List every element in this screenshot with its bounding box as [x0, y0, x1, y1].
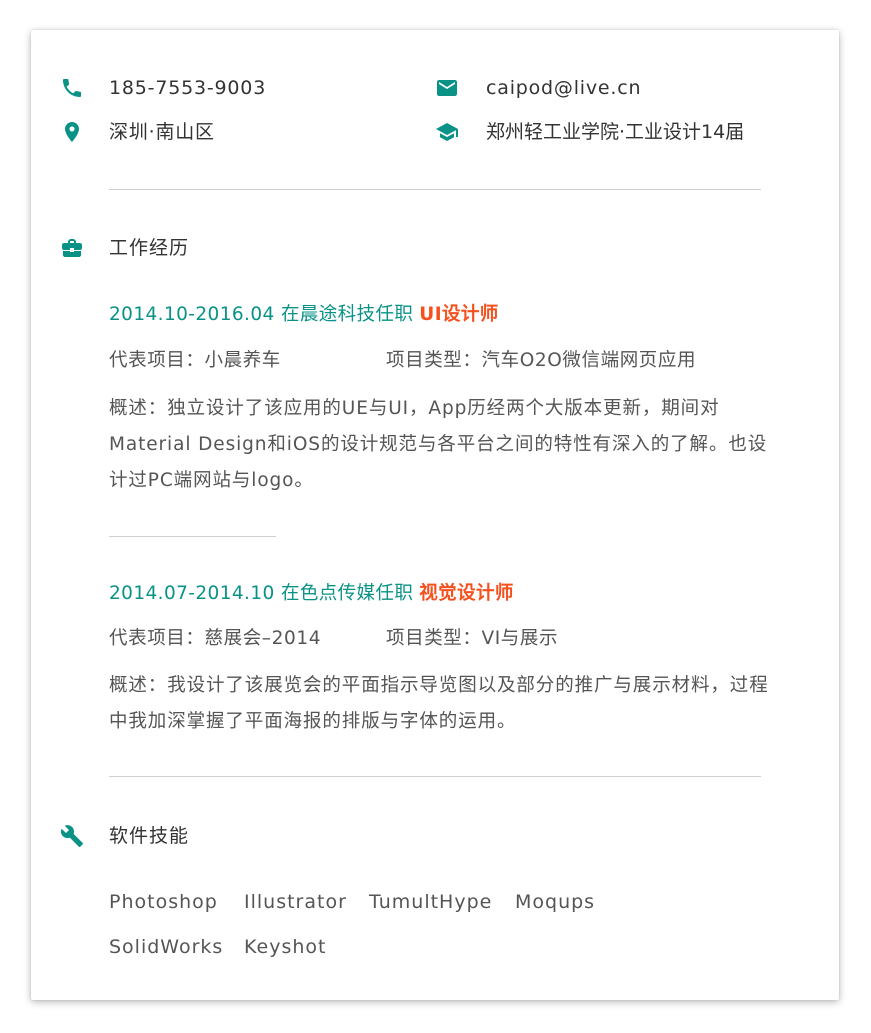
resume-card: 185-7553-9003 caipod@live.cn 深圳·南山区 郑州轻工…	[31, 30, 839, 1000]
job-project-type: 项目类型：汽车O2O微信端网页应用	[386, 350, 697, 371]
email-address: caipod@live.cn	[486, 77, 642, 99]
education-text: 郑州轻工业学院·工业设计14届	[486, 121, 745, 143]
job-divider	[109, 536, 276, 537]
job-project-type: 项目类型：VI与展示	[386, 628, 559, 649]
divider	[109, 776, 761, 777]
skill-item: Photoshop	[109, 891, 218, 913]
job-description: 概述：我设计了该展览会的平面指示导览图以及部分的推广与展示材料，过程中我加深掌握…	[109, 675, 769, 732]
briefcase-icon	[60, 236, 84, 260]
job-role: 视觉设计师	[419, 583, 514, 604]
phone-icon	[60, 76, 84, 100]
school-icon	[435, 120, 459, 144]
job-header: 2014.07-2014.10 在色点传媒任职 视觉设计师	[109, 582, 514, 606]
job-description: 概述：独立设计了该应用的UE与UI，App历经两个大版本更新，期间对Materi…	[109, 398, 768, 491]
skill-item: SolidWorks	[109, 936, 224, 958]
wrench-icon	[60, 824, 84, 848]
email-icon	[435, 76, 459, 100]
job-header: 2014.10-2016.04 在晨途科技任职 UI设计师	[109, 303, 499, 327]
section-title-skills: 软件技能	[109, 825, 190, 847]
job-project: 代表项目：小晨养车	[109, 350, 281, 371]
phone-number: 185-7553-9003	[109, 77, 267, 99]
skill-item: Keyshot	[244, 936, 327, 958]
location-icon	[60, 120, 84, 144]
skill-item: TumultHype	[369, 891, 493, 913]
skill-item: Moqups	[515, 891, 596, 913]
section-title-work: 工作经历	[109, 237, 190, 259]
location-text: 深圳·南山区	[109, 121, 215, 143]
job-project: 代表项目：慈展会–2014	[109, 628, 322, 649]
skill-item: Illustrator	[244, 891, 347, 913]
job-period: 2014.10-2016.04 在晨途科技任职	[109, 304, 414, 325]
job-role: UI设计师	[419, 304, 499, 325]
divider	[109, 189, 761, 190]
job-period: 2014.07-2014.10 在色点传媒任职	[109, 583, 414, 604]
